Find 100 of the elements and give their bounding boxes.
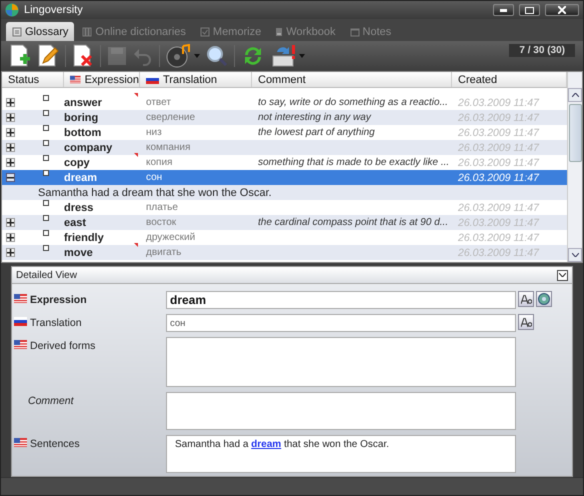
chevron-up-icon: [572, 93, 578, 97]
status-square-icon: [43, 95, 49, 101]
expression-cell-text: friendly: [64, 232, 105, 244]
text-area[interactable]: Samantha had a dream that she won the Oscar.: [166, 435, 516, 473]
expression-cell-text: bottom: [64, 126, 102, 138]
font-button[interactable]: [518, 291, 534, 307]
close-button[interactable]: [545, 4, 579, 16]
date-cell-text: 26.03.2009 11:47: [457, 172, 540, 184]
expand-toggle[interactable]: [6, 218, 15, 227]
date-cell-text: 26.03.2009 11:47: [457, 96, 540, 108]
comment-cell-text: to say, write or do something as a reactio...: [257, 97, 449, 108]
column-header[interactable]: Status: [2, 72, 64, 87]
inbox-alert-icon: [271, 44, 297, 68]
tab[interactable]: Glossary: [6, 22, 74, 41]
app-logo-icon: [5, 3, 19, 17]
translation-cell-text: сверление: [145, 112, 196, 123]
column-header[interactable]: Translation: [140, 72, 252, 87]
table-row[interactable]: company компания 26.03.2009 11:47: [2, 140, 567, 155]
search-icon: [206, 45, 228, 67]
expression-cell-text: dream: [64, 172, 98, 184]
comment-cell-text: the lowest part of anything: [257, 127, 376, 138]
expand-toggle[interactable]: [6, 233, 15, 242]
delete-button[interactable]: [72, 43, 94, 69]
date-cell-text: 26.03.2009 11:47: [457, 126, 540, 138]
scrollbar-thumb[interactable]: [569, 104, 582, 162]
date-cell-text: 26.03.2009 11:47: [457, 202, 540, 214]
search-button[interactable]: [206, 43, 228, 69]
status-square-icon: [43, 140, 49, 146]
date-cell-text: 26.03.2009 11:47: [457, 216, 540, 228]
text-field[interactable]: сон: [166, 314, 516, 332]
translation-cell-text: компания: [145, 142, 192, 153]
field-label: Expression: [30, 294, 87, 306]
translation-cell-text: дружеский: [145, 232, 196, 243]
plus-icon: [7, 99, 14, 106]
plus-icon: [7, 219, 14, 226]
status-square-icon: [43, 230, 49, 236]
record-counter: 7 / 30 (30): [509, 44, 575, 57]
date-cell-text: 26.03.2009 11:47: [457, 142, 540, 154]
expression-cell-text: copy: [64, 156, 91, 168]
expand-toggle[interactable]: [6, 143, 15, 152]
translation-cell-text: низ: [145, 127, 163, 138]
sound-button[interactable]: [536, 291, 552, 307]
text-field[interactable]: dream: [166, 291, 516, 309]
maximize-button[interactable]: [519, 4, 540, 16]
status-square-icon: [43, 125, 49, 131]
edit-pencil-icon: [37, 44, 59, 68]
new-button[interactable]: [9, 43, 31, 69]
translation-cell-text: сон: [145, 172, 164, 183]
status-square-icon: [43, 200, 49, 206]
new-document-icon: [9, 44, 31, 68]
list-icon: [12, 26, 22, 36]
expression-cell-text: company: [64, 142, 114, 154]
plus-icon: [7, 159, 14, 166]
expression-cell-text: move: [64, 246, 94, 258]
column-header[interactable]: Comment: [252, 72, 452, 87]
plus-icon: [7, 114, 14, 121]
expand-toggle[interactable]: [6, 98, 15, 107]
plus-icon: [7, 249, 14, 256]
expression-cell-text: dress: [64, 202, 94, 214]
field-label: Sentences: [30, 438, 80, 450]
column-header[interactable]: Expression: [64, 72, 140, 87]
expand-toggle[interactable]: [6, 128, 15, 137]
export-button[interactable]: [271, 43, 305, 69]
expand-toggle[interactable]: [6, 248, 15, 257]
date-cell-text: 26.03.2009 11:47: [457, 112, 540, 124]
translation-cell-text: восток: [145, 217, 178, 228]
minimize-icon: [500, 8, 507, 12]
table-row[interactable]: east восток the cardinal compass point that is at 90 d... 26.03.2009 11:47: [2, 215, 567, 230]
minimize-button[interactable]: [493, 4, 514, 16]
status-square-icon: [43, 155, 49, 161]
plus-icon: [7, 234, 14, 241]
close-icon: [558, 6, 566, 14]
chevron-down-icon: [559, 273, 566, 277]
example-sentence: Samantha had a dream that she won the Oscar.: [38, 186, 272, 198]
scroll-down-button[interactable]: [568, 248, 582, 262]
status-square-icon: [43, 110, 49, 116]
table-row[interactable]: move двигать 26.03.2009 11:47: [2, 245, 567, 260]
table-row[interactable]: boring сверление not interesting in any way 26.03.2009 11:47: [2, 110, 567, 125]
sound-button[interactable]: [166, 43, 200, 69]
collapse-button[interactable]: [557, 270, 568, 280]
table-row[interactable]: dream сон 26.03.2009 11:47: [2, 170, 567, 185]
notebook-icon: [275, 26, 284, 36]
expand-toggle[interactable]: [6, 113, 15, 122]
edit-button[interactable]: [37, 43, 59, 69]
plus-icon: [7, 144, 14, 151]
font-button[interactable]: [518, 314, 534, 330]
comment-cell-text: the cardinal compass point that is at 90 d...: [257, 217, 450, 228]
scroll-up-button[interactable]: [568, 88, 582, 102]
date-cell-text: 26.03.2009 11:47: [457, 232, 540, 244]
checkbox-icon: [200, 26, 210, 36]
status-square-icon: [43, 245, 49, 251]
translation-cell-text: платье: [145, 202, 179, 213]
delete-document-icon: [72, 44, 94, 68]
expand-toggle[interactable]: [6, 158, 15, 167]
collapse-toggle[interactable]: [6, 173, 15, 182]
expression-cell-text: east: [64, 216, 88, 228]
comment-cell-text: something that is made to be exactly like ...: [257, 157, 450, 168]
word-link[interactable]: dream: [251, 439, 282, 450]
comment-cell-text: not interesting in any way: [257, 112, 372, 123]
plus-icon: [7, 129, 14, 136]
